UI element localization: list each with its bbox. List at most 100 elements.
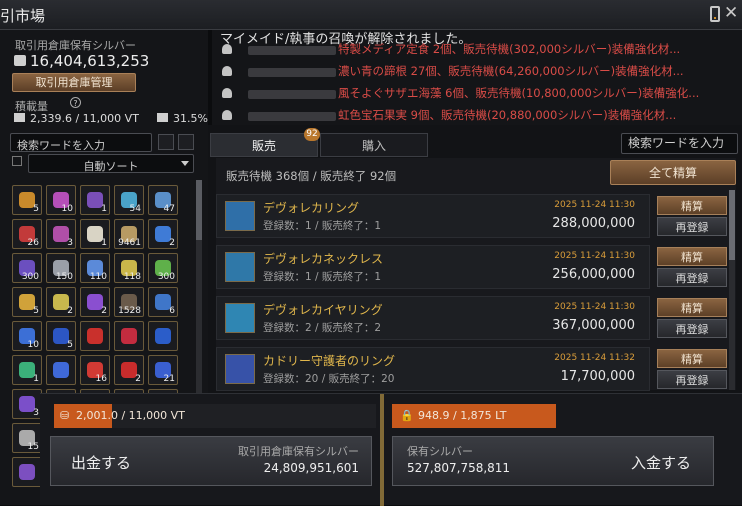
- inventory-slot[interactable]: 16: [80, 355, 110, 385]
- inventory-slot[interactable]: 1528: [114, 287, 144, 317]
- inventory-slot[interactable]: 47: [148, 185, 178, 215]
- item-count: 300: [21, 272, 39, 282]
- inventory-slot[interactable]: 2: [46, 287, 76, 317]
- inventory-slot[interactable]: 110: [80, 253, 110, 283]
- sort-select[interactable]: 自動ソート: [28, 154, 194, 173]
- listing-date: 2025 11-24 11:32: [554, 353, 635, 363]
- listing-row[interactable]: デヴォレカネックレス 登録数：1 / 販売終了：1 2025 11-24 11:30…: [216, 245, 650, 289]
- item-count: 150: [55, 272, 73, 282]
- title-bar: 引市場 ✕: [0, 0, 742, 30]
- inventory-slot[interactable]: 1: [80, 219, 110, 249]
- inventory-slot[interactable]: 3: [46, 219, 76, 249]
- item-count: 1528: [118, 306, 141, 316]
- grid-view-icon[interactable]: [178, 134, 194, 150]
- phone-icon[interactable]: [710, 6, 720, 22]
- inventory-slot[interactable]: 300: [148, 253, 178, 283]
- inventory-slot[interactable]: 15: [12, 423, 42, 453]
- inventory-search-input[interactable]: 検索ワードを入力: [10, 133, 152, 152]
- tab-buy[interactable]: 購入: [320, 133, 428, 157]
- settle-all-button[interactable]: 全て精算: [610, 160, 736, 185]
- inventory-slot[interactable]: 5: [12, 287, 42, 317]
- item-count: 10: [61, 204, 73, 214]
- inventory-slot[interactable]: 5: [46, 321, 76, 351]
- inventory-slot[interactable]: 21: [148, 355, 178, 385]
- inventory-slot[interactable]: 9461: [114, 219, 144, 249]
- listing-row[interactable]: デヴォレカリング 登録数：1 / 販売終了：1 2025 11-24 11:30 28…: [216, 194, 650, 238]
- bell-icon: [222, 110, 232, 120]
- notice-line: 濃い青の蹄根 27個、販売待機(64,260,000シルバー)装備強化材...: [338, 64, 684, 78]
- inventory-slot[interactable]: 54: [114, 185, 144, 215]
- settle-button[interactable]: 精算: [657, 349, 727, 368]
- item-count: 2: [169, 238, 175, 248]
- inventory-slot[interactable]: 300: [12, 253, 42, 283]
- inventory-slot[interactable]: [148, 321, 178, 351]
- load-value: 2,339.6 / 11,000 VT: [30, 112, 139, 125]
- bell-icon: [222, 44, 232, 54]
- item-count: 2: [67, 306, 73, 316]
- inventory-slot[interactable]: 3: [12, 389, 42, 419]
- inventory-slot[interactable]: 6: [148, 287, 178, 317]
- scrollbar-thumb[interactable]: [196, 180, 202, 240]
- help-icon[interactable]: ?: [70, 97, 81, 108]
- reregister-button[interactable]: 再登録: [657, 319, 727, 338]
- scrollbar-thumb[interactable]: [729, 190, 735, 260]
- inventory-slot[interactable]: [80, 321, 110, 351]
- inventory-slot[interactable]: 10: [46, 185, 76, 215]
- listing-scrollbar[interactable]: [729, 190, 735, 390]
- listing-date: 2025 11-24 11:30: [554, 251, 635, 261]
- reregister-button[interactable]: 再登録: [657, 370, 727, 389]
- listing-price: 256,000,000: [552, 267, 635, 282]
- inventory-slot[interactable]: 118: [114, 253, 144, 283]
- storage-manage-button[interactable]: 取引用倉庫管理: [12, 73, 136, 92]
- deposit-button[interactable]: 保有シルバー 527,807,758,811 入金する: [392, 436, 714, 486]
- listing-price: 367,000,000: [552, 318, 635, 333]
- wallet-icon: [14, 55, 26, 66]
- listing-counts: 登録数：1 / 販売終了：1: [263, 271, 382, 283]
- inventory-slot[interactable]: [114, 321, 144, 351]
- item-count: 6: [169, 306, 175, 316]
- inventory-slot[interactable]: 1: [80, 185, 110, 215]
- held-silver-label: 保有シルバー: [407, 445, 473, 458]
- settle-button[interactable]: 精算: [657, 247, 727, 266]
- item-icon: [225, 201, 255, 231]
- inventory-slot[interactable]: 5: [12, 185, 42, 215]
- reregister-button[interactable]: 再登録: [657, 217, 727, 236]
- settle-button[interactable]: 精算: [657, 196, 727, 215]
- divider: [380, 394, 384, 506]
- withdraw-button[interactable]: 出金する 取引用倉庫保有シルバー 24,809,951,601: [50, 436, 372, 486]
- inventory-slot[interactable]: 1: [12, 355, 42, 385]
- bell-icon: [222, 66, 232, 76]
- redacted-name: [248, 68, 336, 77]
- listing-date: 2025 11-24 11:30: [554, 302, 635, 312]
- item-count: 118: [123, 272, 141, 282]
- sort-select-label: 自動ソート: [83, 160, 139, 173]
- listing-counts: 登録数：20 / 販売終了：20: [263, 373, 395, 385]
- inventory-slot[interactable]: [46, 355, 76, 385]
- inventory-slot[interactable]: 2: [148, 219, 178, 249]
- inventory-slot[interactable]: 2: [80, 287, 110, 317]
- inventory-slot[interactable]: 10: [12, 321, 42, 351]
- item-count: 2: [135, 374, 141, 384]
- reregister-button[interactable]: 再登録: [657, 268, 727, 287]
- tab-sell[interactable]: 販売: [210, 133, 318, 157]
- inventory-slot[interactable]: [12, 457, 42, 487]
- item-count: 1: [101, 238, 107, 248]
- listing-row[interactable]: デヴォレカイヤリング 登録数：2 / 販売終了：2 2025 11-24 11:30…: [216, 296, 650, 340]
- inventory-slot[interactable]: 2: [114, 355, 144, 385]
- item-count: 1: [101, 204, 107, 214]
- inventory-slot[interactable]: 150: [46, 253, 76, 283]
- list-view-icon[interactable]: [158, 134, 174, 150]
- close-icon[interactable]: ✕: [724, 3, 738, 23]
- item-icon: [87, 328, 103, 344]
- tab-buy-label: 購入: [361, 139, 386, 153]
- listing-name: カドリー守護者のリング: [263, 354, 396, 368]
- item-count: 9461: [118, 238, 141, 248]
- sort-checkbox[interactable]: [12, 156, 22, 166]
- market-search-input[interactable]: 検索ワードを入力: [621, 133, 738, 154]
- inventory-slot[interactable]: 26: [12, 219, 42, 249]
- listing-row[interactable]: カドリー守護者のリング 登録数：20 / 販売終了：20 2025 11-24 11…: [216, 347, 650, 391]
- settle-button[interactable]: 精算: [657, 298, 727, 317]
- item-icon: [225, 354, 255, 384]
- redacted-name: [248, 46, 336, 55]
- deposit-label: 入金する: [630, 454, 691, 472]
